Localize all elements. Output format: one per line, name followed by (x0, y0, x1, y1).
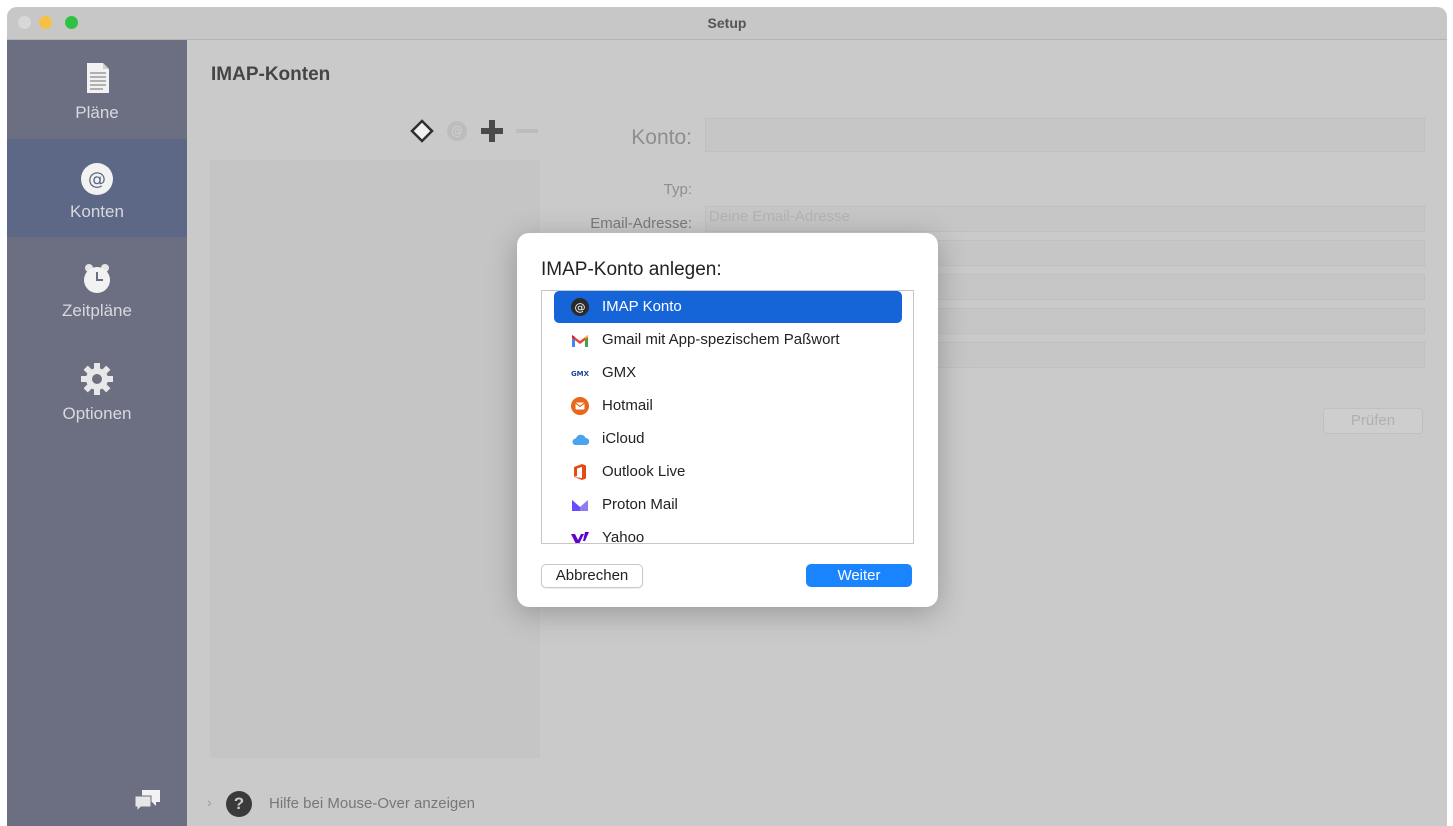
list-item-gmx[interactable]: GMX GMX (554, 357, 902, 389)
list-item-imap-konto[interactable]: @ IMAP Konto (554, 291, 902, 323)
gear-icon (81, 363, 113, 395)
alarm-clock-icon (84, 264, 110, 293)
icloud-icon (572, 434, 590, 445)
sidebar-item-label: Zeitpläne (62, 301, 132, 320)
duplicate-icon[interactable] (409, 118, 435, 144)
svg-text:@: @ (88, 169, 106, 190)
at-sign-icon: @ (571, 298, 589, 316)
document-icon (87, 63, 109, 93)
sidebar-item-konten[interactable]: @ Konten (7, 139, 187, 237)
page-title: IMAP-Konten (211, 64, 331, 85)
chevron-right-icon[interactable]: › (207, 794, 212, 810)
sidebar-item-label: Pläne (75, 103, 119, 122)
konto-field[interactable] (705, 118, 1425, 152)
sidebar-item-plaene[interactable]: Pläne (7, 40, 187, 138)
sidebar-item-label: Konten (70, 202, 124, 221)
list-item-proton-mail[interactable]: Proton Mail (554, 489, 902, 521)
at-sign-icon: @ (81, 163, 113, 195)
gmx-icon: GMX (571, 370, 590, 378)
check-button[interactable]: Prüfen (1323, 408, 1423, 434)
list-item-label: GMX (602, 364, 637, 381)
list-item-label: Outlook Live (602, 463, 686, 480)
list-item-label: Yahoo (602, 529, 645, 544)
list-item-label: iCloud (602, 430, 645, 447)
proton-mail-icon (572, 500, 588, 511)
hotmail-icon (571, 397, 589, 415)
chat-bubbles-icon[interactable] (132, 786, 164, 814)
add-imap-account-dialog: IMAP-Konto anlegen: @ IMAP Konto Gmail m… (517, 233, 938, 607)
next-button[interactable]: Weiter (806, 564, 912, 587)
list-item-label: Proton Mail (602, 496, 678, 513)
typ-label: Typ: (663, 181, 692, 198)
account-list[interactable] (210, 160, 540, 758)
sidebar-item-zeitplaene[interactable]: Zeitpläne (7, 238, 187, 336)
list-item-hotmail[interactable]: Hotmail (554, 390, 902, 422)
svg-text:@: @ (451, 124, 463, 138)
list-item-label: Gmail mit App-spezischem Paßwort (602, 331, 840, 348)
window-title: Setup (707, 15, 747, 31)
dialog-title: IMAP-Konto anlegen: (541, 259, 722, 280)
remove-icon[interactable] (514, 118, 540, 144)
list-item-gmail[interactable]: Gmail mit App-spezischem Paßwort (554, 324, 902, 356)
sidebar-item-optionen[interactable]: Optionen (7, 337, 187, 435)
list-item-icloud[interactable]: iCloud (554, 423, 902, 455)
question-mark-icon[interactable]: ? (226, 791, 252, 817)
list-item-yahoo[interactable]: Yahoo (554, 522, 902, 544)
office-icon (574, 464, 586, 480)
title-bar: Setup (7, 7, 1447, 40)
list-item-label: Hotmail (602, 397, 653, 414)
sidebar: Pläne @ Konten Zeitpläne Optionen (7, 40, 187, 826)
svg-text:@: @ (575, 301, 586, 314)
help-toggle-label[interactable]: Hilfe bei Mouse-Over anzeigen (269, 795, 475, 812)
email-label: Email-Adresse: (590, 215, 692, 232)
at-sign-icon[interactable]: @ (444, 118, 470, 144)
list-item-label: IMAP Konto (602, 298, 682, 315)
email-placeholder: Deine Email-Adresse (709, 208, 850, 225)
list-item-outlook-live[interactable]: Outlook Live (554, 456, 902, 488)
svg-text:GMX: GMX (571, 370, 590, 378)
konto-label: Konto: (631, 126, 692, 149)
gmail-icon (572, 335, 588, 347)
add-icon[interactable] (479, 118, 505, 144)
yahoo-icon (571, 532, 589, 543)
sidebar-item-label: Optionen (62, 404, 132, 423)
cancel-button[interactable]: Abbrechen (541, 564, 643, 588)
provider-list[interactable]: @ IMAP Konto Gmail mit App-spezischem Pa… (541, 290, 914, 544)
